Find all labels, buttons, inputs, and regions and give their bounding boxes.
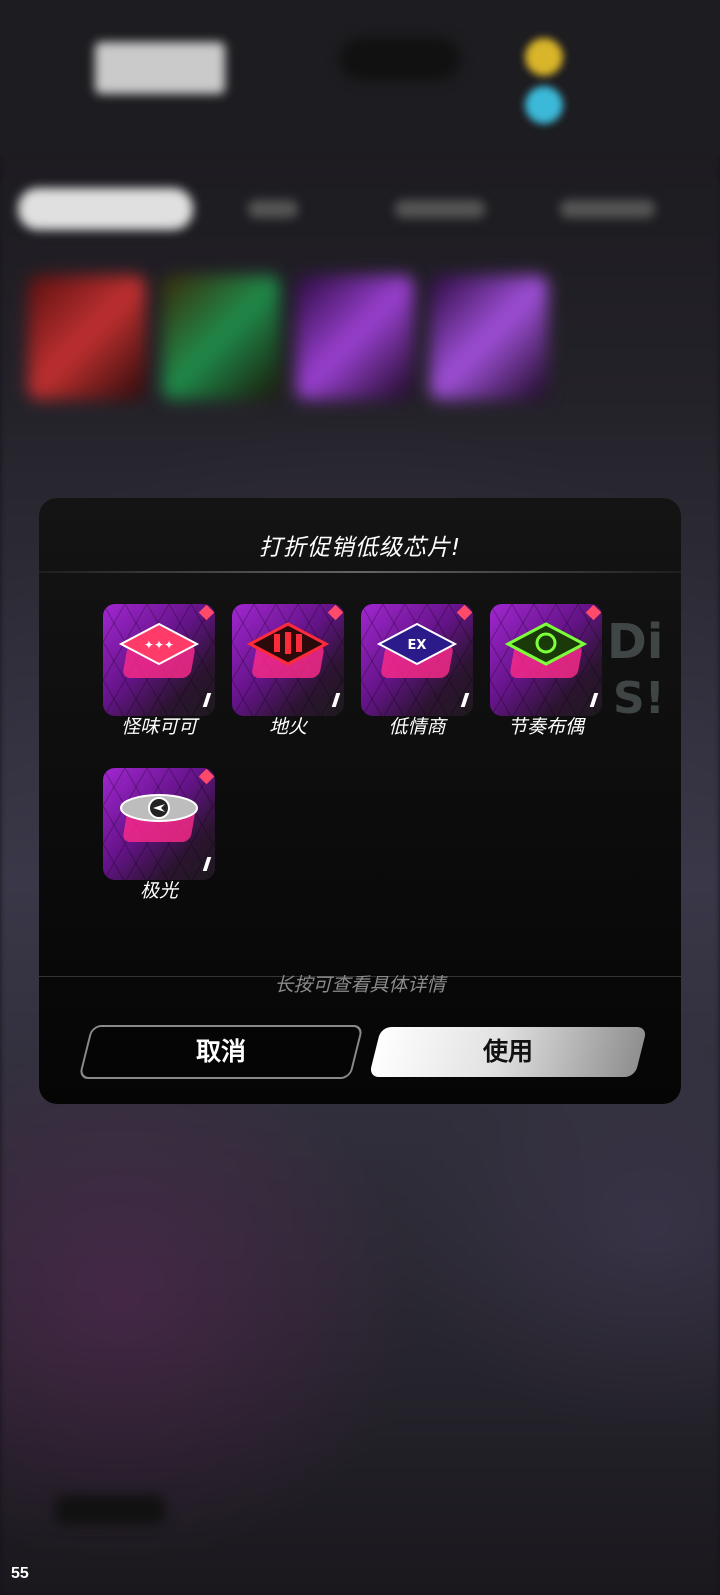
new-badge-icon (327, 604, 344, 621)
rhythm-doll-chip-icon (504, 622, 588, 666)
chip-item-low-eq[interactable]: EX (361, 604, 473, 716)
long-press-hint: 长按可查看具体详情 (274, 974, 446, 996)
chip-label: 地火 (268, 716, 307, 738)
new-badge-icon (456, 604, 473, 621)
chip-item-rhythm-doll[interactable] (490, 604, 602, 716)
page-number: 55 (11, 1565, 29, 1582)
chip-item-aurora[interactable] (103, 768, 215, 880)
background-tab-active (18, 188, 193, 230)
chip-level-mark (589, 693, 599, 707)
svg-text:Di: Di (607, 614, 663, 670)
new-badge-icon (585, 604, 602, 621)
cancel-button-label: 取消 (195, 1037, 246, 1066)
chip-sale-dialog: Di S! 打折促销低级芯片! ✦✦✦ 怪味可可 地火 EX 低情商 节奏布偶 … (39, 498, 681, 1104)
new-badge-icon (198, 604, 215, 621)
chip-level-mark (331, 693, 341, 707)
background-card (296, 275, 414, 400)
background-card (430, 275, 548, 400)
chip-level-mark (202, 857, 212, 871)
chip-label: 低情商 (388, 716, 446, 738)
background-header-pill (340, 38, 460, 80)
background-tab (395, 200, 485, 218)
use-button[interactable]: 使用 (368, 1027, 648, 1077)
new-badge-icon (198, 768, 215, 785)
chip-item-cocoa[interactable]: ✦✦✦ (103, 604, 215, 716)
cancel-button[interactable]: 取消 (78, 1025, 364, 1079)
aurora-chip-icon (120, 794, 198, 822)
chip-label: 怪味可可 (120, 716, 197, 738)
dialog-title: 打折促销低级芯片! (258, 535, 462, 561)
chip-label: 极光 (139, 880, 178, 902)
svg-text:EX: EX (408, 638, 427, 653)
background-card (162, 275, 280, 400)
blue-gem-icon (525, 86, 563, 124)
background-bottom-label (55, 1495, 165, 1525)
chip-item-earthfire[interactable] (232, 604, 344, 716)
earthfire-chip-icon (246, 622, 330, 666)
chip-level-mark (460, 693, 470, 707)
svg-text:✦✦✦: ✦✦✦ (144, 638, 174, 652)
svg-text:S!: S! (613, 673, 665, 724)
background-tab (248, 200, 298, 218)
chip-level-mark (202, 693, 212, 707)
background-card (28, 275, 146, 400)
cocoa-chip-icon: ✦✦✦ (118, 622, 200, 666)
background-tab (560, 200, 655, 218)
use-button-label: 使用 (482, 1037, 533, 1066)
low-eq-chip-icon: EX (376, 622, 458, 666)
gold-coin-icon (525, 38, 563, 76)
background-logo (95, 42, 225, 94)
divider (39, 571, 681, 573)
chip-label: 节奏布偶 (507, 716, 584, 738)
